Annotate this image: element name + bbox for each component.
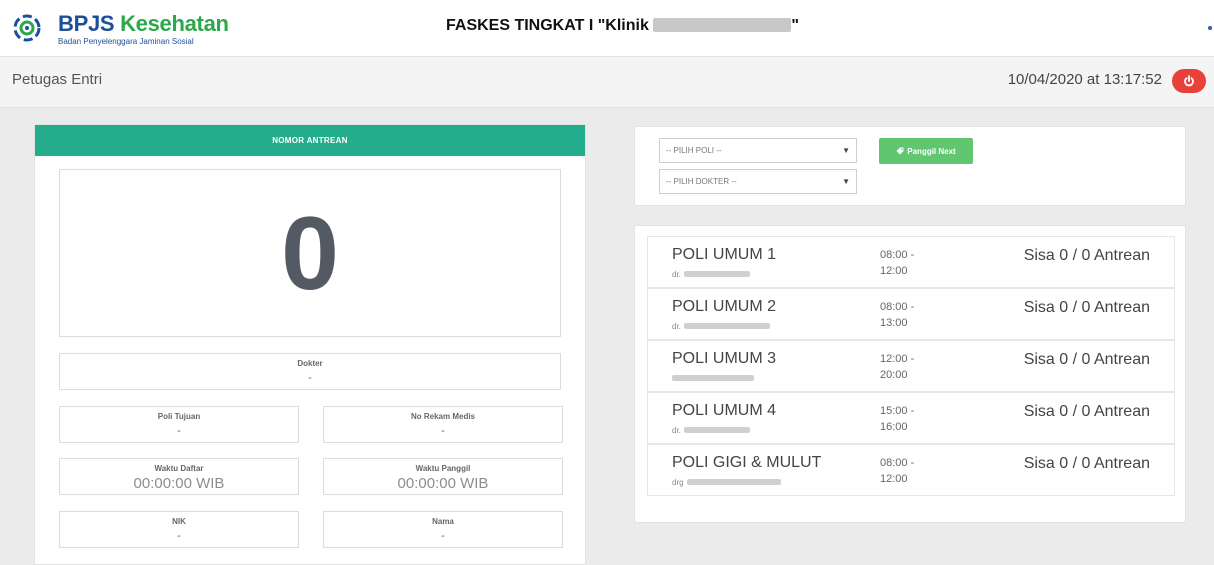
poli-time-end: 20:00 (880, 369, 908, 381)
poli-row[interactable]: POLI GIGI & MULUT drg 08:00 - 12:00 Sisa… (647, 444, 1175, 496)
poli-time-start: 08:00 - (880, 457, 915, 469)
waktu-daftar-field: Waktu Daftar 00:00:00 WIB (59, 458, 299, 495)
nama-label: Nama (432, 517, 454, 526)
panggil-next-label: Panggil Next (907, 147, 956, 156)
poli-row[interactable]: POLI UMUM 3 12:00 - 20:00 Sisa 0 / 0 Ant… (647, 340, 1175, 392)
doctor-prefix: drg (672, 478, 684, 487)
waktu-panggil-label: Waktu Panggil (415, 464, 471, 473)
poli-time-end: 12:00 (880, 265, 908, 277)
doctor-prefix: dr. (672, 426, 681, 435)
caret-down-icon: ▼ (842, 177, 850, 186)
poli-schedule: 15:00 - 16:00 (880, 403, 914, 435)
no-rekam-medis-label: No Rekam Medis (410, 412, 476, 421)
redacted-doctor-name (683, 427, 750, 433)
poli-doctor (672, 374, 754, 382)
nama-value: - (441, 530, 445, 542)
top-header: BPJS Kesehatan Badan Penyelenggara Jamin… (0, 0, 1214, 57)
logo-subtitle: Badan Penyelenggara Jaminan Sosial (58, 37, 194, 46)
tag-icon (896, 147, 904, 155)
poli-sisa-antrean: Sisa 0 / 0 Antrean (1023, 351, 1150, 368)
pilih-poli-value: -- PILIH POLI -- (666, 146, 722, 155)
nik-value: - (177, 530, 181, 542)
antrean-panel: NOMOR ANTREAN 0 Dokter - Poli Tujuan - N… (34, 124, 586, 565)
power-icon (1184, 75, 1194, 87)
poli-name: POLI UMUM 1 (672, 246, 777, 263)
poli-schedule: 08:00 - 12:00 (880, 247, 914, 279)
poli-schedule: 08:00 - 13:00 (880, 299, 914, 331)
poli-time-start: 08:00 - (880, 249, 915, 261)
waktu-daftar-label: Waktu Daftar (154, 464, 204, 473)
poli-time-start: 15:00 - (880, 405, 915, 417)
bpjs-logo[interactable]: BPJS Kesehatan Badan Penyelenggara Jamin… (10, 9, 250, 49)
no-rekam-medis-field: No Rekam Medis - (323, 406, 563, 443)
poli-row[interactable]: POLI UMUM 1 dr. 08:00 - 12:00 Sisa 0 / 0… (647, 236, 1175, 288)
waktu-panggil-field: Waktu Panggil 00:00:00 WIB (323, 458, 563, 495)
doctor-prefix: dr. (672, 270, 681, 279)
waktu-panggil-value: 00:00:00 WIB (397, 475, 489, 492)
poli-sisa-antrean: Sisa 0 / 0 Antrean (1023, 299, 1150, 316)
bpjs-logo-icon (13, 14, 41, 42)
selection-panel: -- PILIH POLI -- ▼ -- PILIH DOKTER -- ▼ … (634, 126, 1186, 206)
faskes-title-suffix: " (791, 17, 799, 34)
redacted-doctor-name (686, 479, 781, 485)
user-role: Petugas Entri (12, 71, 103, 88)
nik-field: NIK - (59, 511, 299, 548)
caret-down-icon: ▼ (842, 146, 850, 155)
pilih-poli-select[interactable]: -- PILIH POLI -- ▼ (659, 138, 857, 163)
logo-name: BPJS Kesehatan (58, 11, 229, 37)
dokter-field: Dokter - (59, 353, 561, 390)
queue-number-box: 0 (59, 169, 561, 337)
dokter-label: Dokter (297, 359, 323, 368)
redacted-clinic-name (653, 18, 792, 32)
poli-schedule: 12:00 - 20:00 (880, 351, 914, 383)
redacted-doctor-name (672, 375, 754, 381)
logo-name-kesehatan: Kesehatan (120, 11, 229, 36)
redacted-doctor-name (683, 271, 750, 277)
pilih-dokter-value: -- PILIH DOKTER -- (666, 177, 737, 186)
poli-list-panel: POLI UMUM 1 dr. 08:00 - 12:00 Sisa 0 / 0… (634, 225, 1186, 523)
poli-row[interactable]: POLI UMUM 2 dr. 08:00 - 13:00 Sisa 0 / 0… (647, 288, 1175, 340)
panggil-next-button[interactable]: Panggil Next (879, 138, 973, 164)
poli-tujuan-value: - (177, 425, 181, 437)
antrean-panel-title: NOMOR ANTREAN (35, 125, 585, 156)
poli-name: POLI UMUM 3 (672, 350, 777, 367)
nik-label: NIK (172, 517, 186, 526)
poli-doctor: drg (672, 478, 781, 487)
no-rekam-medis-value: - (441, 425, 445, 437)
poli-doctor: dr. (672, 426, 750, 435)
poli-sisa-antrean: Sisa 0 / 0 Antrean (1023, 403, 1150, 420)
redacted-doctor-name (683, 323, 770, 329)
doctor-prefix: dr. (672, 322, 681, 331)
poli-doctor: dr. (672, 322, 770, 331)
poli-tujuan-label: Poli Tujuan (157, 412, 201, 421)
logo-name-bpjs: BPJS (58, 11, 115, 36)
poli-name: POLI UMUM 4 (672, 402, 777, 419)
poli-schedule: 08:00 - 12:00 (880, 455, 914, 487)
poli-time-start: 12:00 - (880, 353, 915, 365)
poli-time-end: 12:00 (880, 473, 908, 485)
poli-time-end: 13:00 (880, 317, 908, 329)
faskes-title-prefix: FASKES TINGKAT I "Klinik (446, 17, 649, 34)
poli-doctor: dr. (672, 270, 750, 279)
waktu-daftar-value: 00:00:00 WIB (133, 475, 225, 492)
poli-row[interactable]: POLI UMUM 4 dr. 15:00 - 16:00 Sisa 0 / 0… (647, 392, 1175, 444)
poli-sisa-antrean: Sisa 0 / 0 Antrean (1023, 455, 1150, 472)
top-right-dot (1208, 26, 1212, 30)
current-datetime: 10/04/2020 at 13:17:52 (1007, 71, 1162, 88)
pilih-dokter-select[interactable]: -- PILIH DOKTER -- ▼ (659, 169, 857, 194)
poli-sisa-antrean: Sisa 0 / 0 Antrean (1023, 247, 1150, 264)
queue-number: 0 (281, 196, 339, 312)
poli-time-start: 08:00 - (880, 301, 915, 313)
dokter-value: - (308, 372, 312, 384)
faskes-title: FASKES TINGKAT I "Klinik " (446, 17, 799, 35)
poli-tujuan-field: Poli Tujuan - (59, 406, 299, 443)
poli-time-end: 16:00 (880, 421, 908, 433)
user-bar: Petugas Entri 10/04/2020 at 13:17:52 (0, 57, 1214, 108)
poli-name: POLI UMUM 2 (672, 298, 777, 315)
nama-field: Nama - (323, 511, 563, 548)
logout-button[interactable] (1172, 69, 1206, 93)
poli-name: POLI GIGI & MULUT (672, 454, 822, 471)
